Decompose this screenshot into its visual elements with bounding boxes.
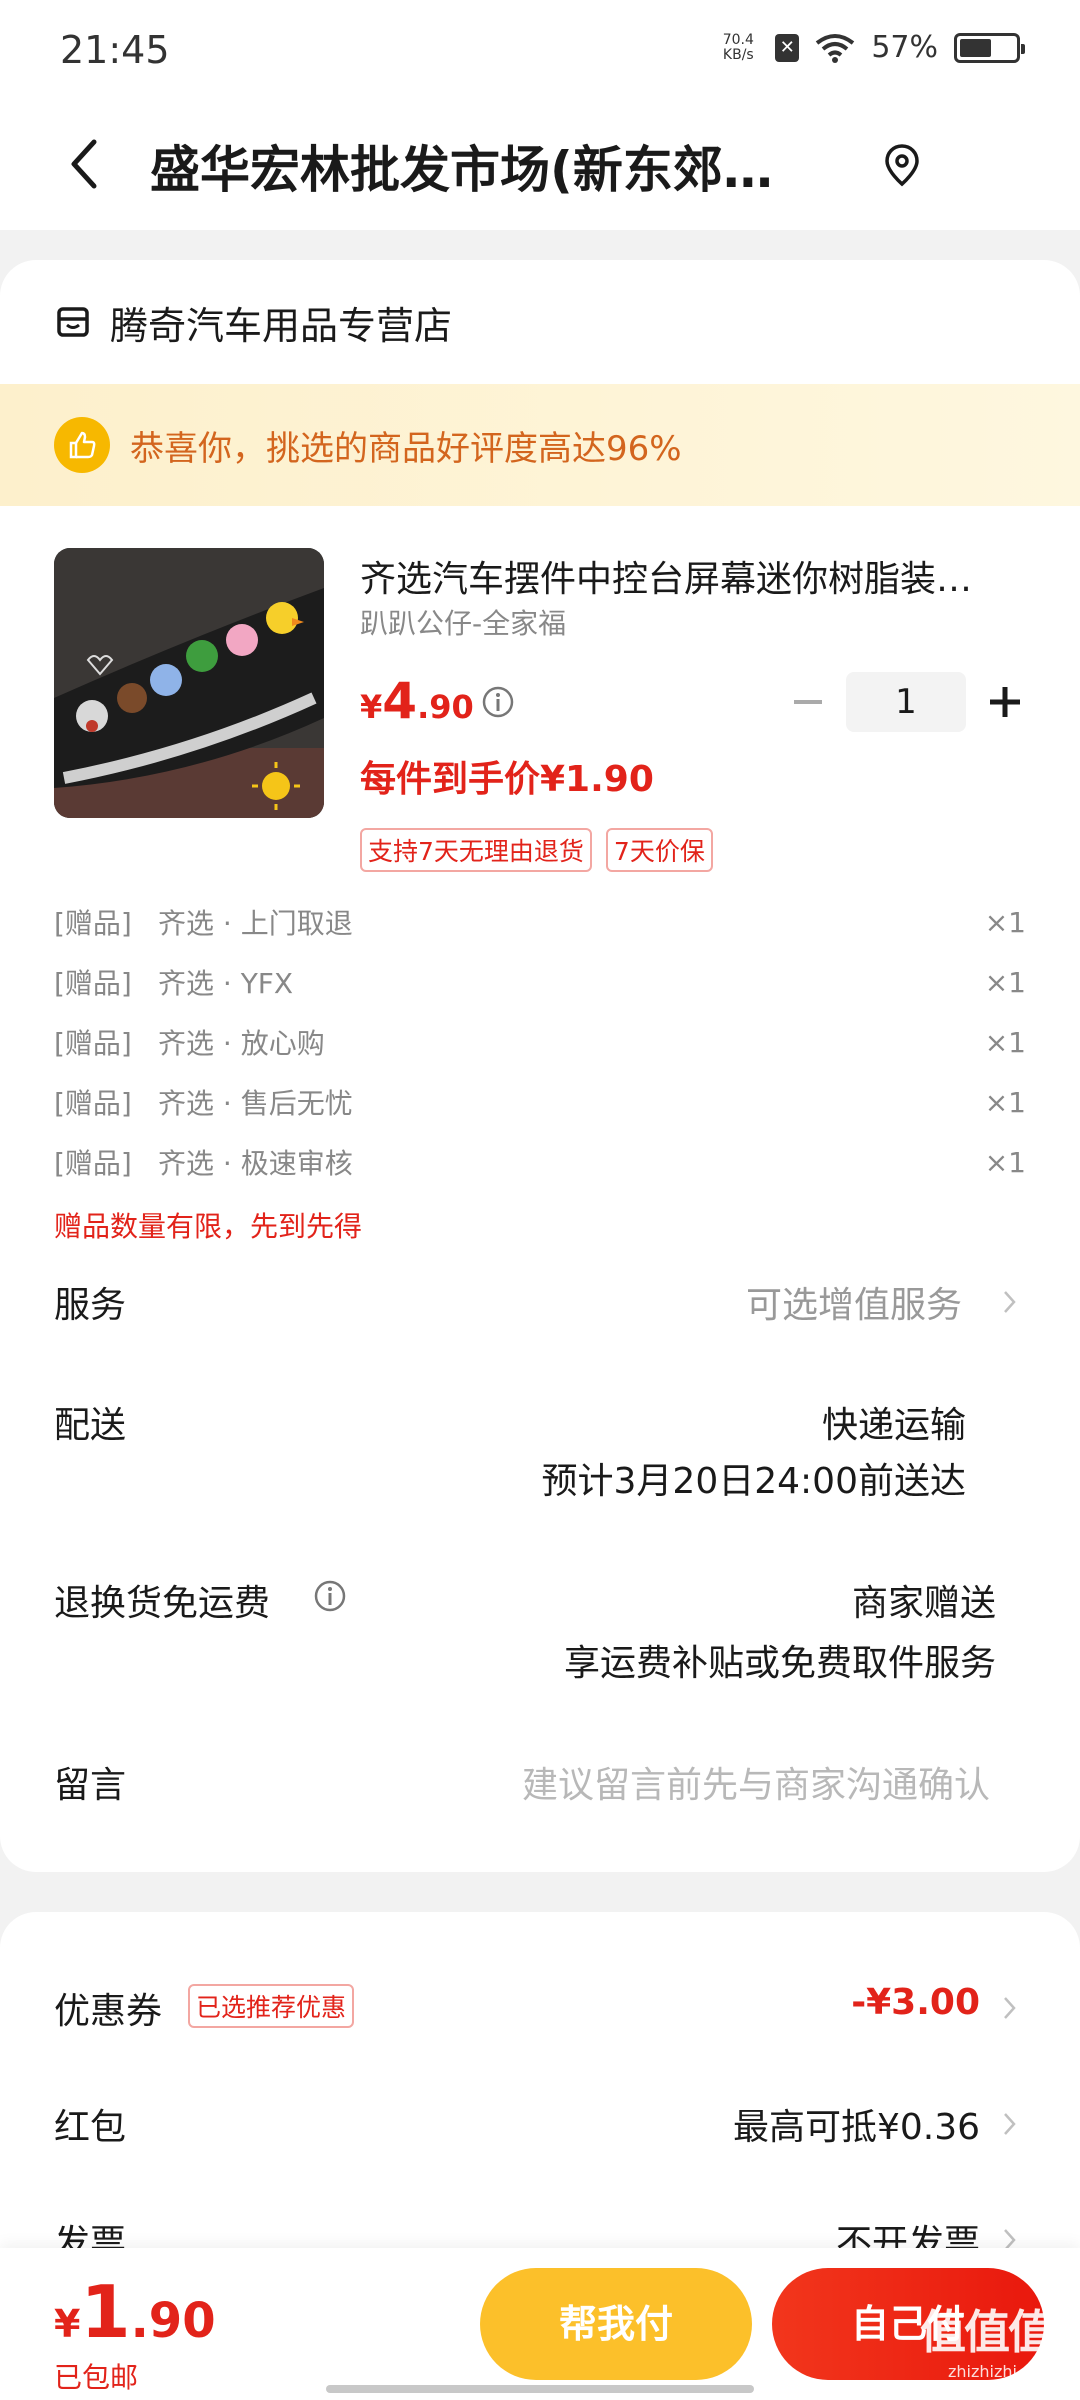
price-symbol: ¥ — [360, 688, 383, 726]
gift-qty: ×1 — [984, 965, 1026, 999]
return-shipping-label: 退换货免运费 — [54, 1583, 271, 1624]
gift-item: [赠品] 齐选 · YFX ×1 — [54, 952, 1026, 1012]
rating-text: 恭喜你，挑选的商品好评度高达96% — [130, 428, 682, 469]
product-price: ¥4.90 — [360, 672, 474, 730]
gift-qty: ×1 — [984, 1025, 1026, 1059]
delivery-label: 配送 — [54, 1405, 127, 1446]
red-packet-chevron-right-icon[interactable] — [1000, 2106, 1020, 2142]
order-card: 腾奇汽车用品专营店 恭喜你，挑选的商品好评度高达96% 齐选汽车摆件中控台屏幕迷… — [0, 260, 1080, 1872]
product-spec[interactable]: 趴趴公仔-全家福 — [360, 602, 566, 642]
store-icon — [57, 307, 89, 337]
service-chevron-right-icon[interactable] — [1000, 1284, 1020, 1320]
service-label: 服务 — [54, 1285, 127, 1326]
home-indicator[interactable] — [326, 2385, 754, 2393]
coupon-chevron-right-icon[interactable] — [1000, 1990, 1020, 2026]
quantity-input[interactable]: 1 — [846, 672, 966, 732]
network-speed: 70.4 KB/s — [717, 31, 759, 63]
shipping-status: 已包邮 — [54, 2361, 139, 2394]
gift-tag: [赠品] — [54, 967, 132, 1000]
gift-qty: ×1 — [984, 1085, 1026, 1119]
return-shipping-info-icon[interactable] — [312, 1578, 348, 1614]
product-title[interactable]: 齐选汽车摆件中控台屏幕迷你树脂装… — [360, 550, 1020, 602]
gift-item: [赠品] 齐选 · 售后无忧 ×1 — [54, 1072, 1026, 1132]
message-input[interactable]: 建议留言前先与商家沟通确认 — [522, 1756, 990, 1808]
status-time: 21:45 — [60, 28, 170, 72]
price-decimal: .90 — [417, 688, 474, 726]
gift-item: [赠品] 齐选 · 放心购 ×1 — [54, 1012, 1026, 1072]
back-arrow-icon[interactable] — [56, 124, 116, 204]
watermark-url: zhizhizhi.com — [948, 2362, 1057, 2381]
gift-name: 齐选 · 售后无忧 — [158, 1087, 353, 1120]
quantity-increase-button[interactable] — [980, 672, 1030, 732]
gift-tag: [赠品] — [54, 1147, 132, 1180]
battery-icon — [954, 32, 1025, 63]
battery-percent: 57% — [871, 30, 938, 65]
battery-level — [960, 38, 991, 57]
network-speed-value: 70.4 — [722, 31, 754, 48]
shop-header[interactable]: 腾奇汽车用品专营店 — [0, 260, 1080, 384]
final-price: 每件到手价¥1.90 — [360, 759, 654, 800]
gift-qty: ×1 — [984, 905, 1026, 939]
return-shipping-detail: 享运费补贴或免费取件服务 — [563, 1643, 996, 1684]
product-tags: 支持7天无理由退货 7天价保 — [360, 828, 713, 872]
quantity-decrease-button[interactable] — [786, 672, 830, 732]
thumbs-up-icon — [54, 417, 110, 473]
delivery-method: 快递运输 — [821, 1405, 966, 1446]
return-shipping-value: 商家赠送 — [851, 1583, 996, 1624]
service-value[interactable]: 可选增值服务 — [746, 1276, 962, 1328]
pay-for-me-button[interactable]: 帮我付 — [480, 2268, 752, 2380]
watermark: 值值值 — [920, 2305, 1054, 2359]
gift-note: 赠品数量有限，先到先得 — [54, 1210, 363, 1243]
gift-item: [赠品] 齐选 · 极速审核 ×1 — [54, 1132, 1026, 1192]
notification-blocked-icon: ✕ — [775, 33, 800, 62]
product-image[interactable] — [54, 548, 324, 818]
gift-tag: [赠品] — [54, 1087, 132, 1120]
gift-tag: [赠品] — [54, 1027, 132, 1060]
rating-banner: 恭喜你，挑选的商品好评度高达96% — [0, 384, 1080, 506]
coupon-badge: 已选推荐优惠 — [188, 1984, 355, 2028]
tag-price-protect: 7天价保 — [605, 828, 713, 872]
total-decimal: .90 — [130, 2293, 216, 2349]
coupon-value[interactable]: -¥3.00 — [851, 1982, 980, 2023]
total-price: ¥1.90 — [54, 2270, 216, 2354]
shop-name: 腾奇汽车用品专营店 — [110, 303, 453, 348]
network-speed-unit: KB/s — [722, 46, 754, 63]
gift-item: [赠品] 齐选 · 上门取退 ×1 — [54, 892, 1026, 952]
message-label: 留言 — [54, 1765, 127, 1806]
gift-name: 齐选 · YFX — [158, 967, 294, 1000]
red-packet-value[interactable]: 最高可抵¥0.36 — [733, 2098, 980, 2150]
gift-name: 齐选 · 极速审核 — [158, 1147, 353, 1180]
delivery-eta: 预计3月20日24:00前送达 — [541, 1461, 966, 1502]
gift-tag: [赠品] — [54, 907, 132, 940]
status-bar: 21:45 70.4 KB/s ✕ 57% — [0, 0, 1080, 100]
price-info-icon[interactable] — [480, 684, 516, 720]
gift-name: 齐选 · 放心购 — [158, 1027, 325, 1060]
status-icons: 70.4 KB/s ✕ 57% — [717, 30, 1025, 65]
price-integer: 4 — [382, 672, 418, 730]
total-integer: 1 — [80, 2270, 131, 2354]
total-symbol: ¥ — [54, 2302, 81, 2346]
page-title[interactable]: 盛华宏林批发市场(新东郊… — [150, 130, 840, 202]
gift-name: 齐选 · 上门取退 — [158, 907, 353, 940]
red-packet-label: 红包 — [54, 2107, 127, 2148]
tag-return: 支持7天无理由退货 — [360, 828, 592, 872]
coupon-label: 优惠券 — [54, 1991, 163, 2032]
gift-qty: ×1 — [984, 1145, 1026, 1179]
gift-list: [赠品] 齐选 · 上门取退 ×1 [赠品] 齐选 · YFX ×1 [赠品] … — [54, 892, 1026, 1192]
checkout-bar: ¥1.90 已包邮 帮我付 自己付 — [0, 2248, 1080, 2400]
wifi-icon — [816, 33, 855, 63]
location-pin-icon[interactable] — [880, 140, 924, 190]
header: 盛华宏林批发市场(新东郊… — [0, 100, 1080, 230]
